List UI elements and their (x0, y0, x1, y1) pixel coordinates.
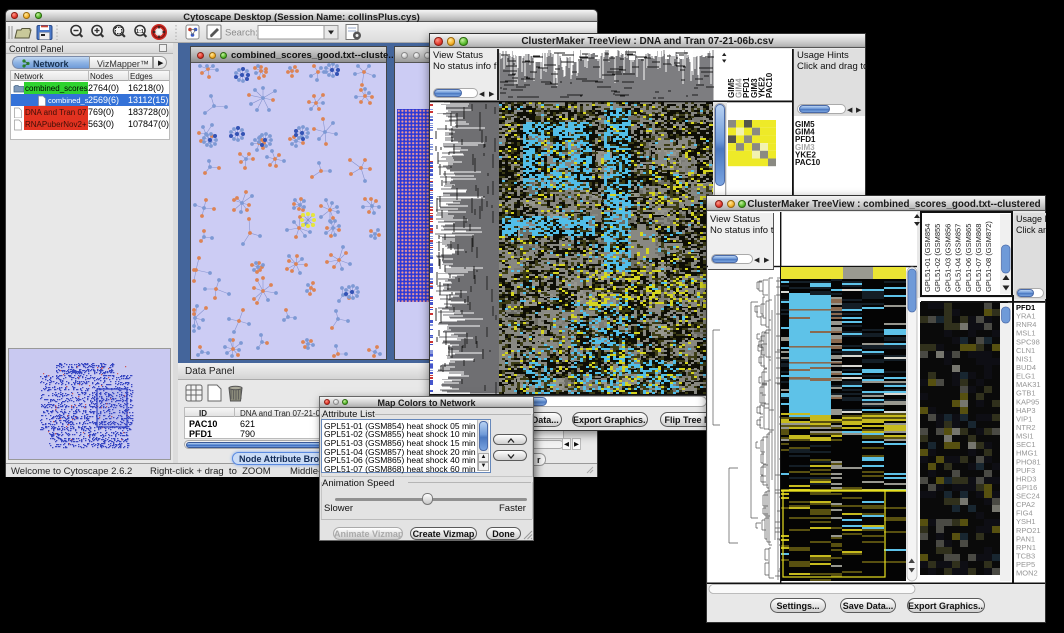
svg-text:1:1: 1:1 (136, 29, 144, 35)
svg-text:GPL51-04 (GSM857: GPL51-04 (GSM857 (954, 224, 963, 292)
svg-text:GPL51-06 (GSM865: GPL51-06 (GSM865 (964, 224, 973, 292)
svg-text:GPL51-01 (GSM854: GPL51-01 (GSM854 (923, 224, 932, 292)
svg-text:PAC10: PAC10 (765, 72, 774, 98)
svg-text:PAC10: PAC10 (795, 158, 821, 167)
svg-text:Search:: Search: (225, 28, 258, 39)
svg-text:GPL51-03 (GSM856: GPL51-03 (GSM856 (943, 224, 952, 292)
svg-text:GPL51-07 (GSM868: GPL51-07 (GSM868 (974, 224, 983, 292)
svg-text:MON2: MON2 (1016, 569, 1038, 578)
svg-text:GPL51-02 (GSM855: GPL51-02 (GSM855 (933, 224, 942, 292)
svg-text:GPL51-08 (GSM872): GPL51-08 (GSM872) (984, 221, 993, 292)
